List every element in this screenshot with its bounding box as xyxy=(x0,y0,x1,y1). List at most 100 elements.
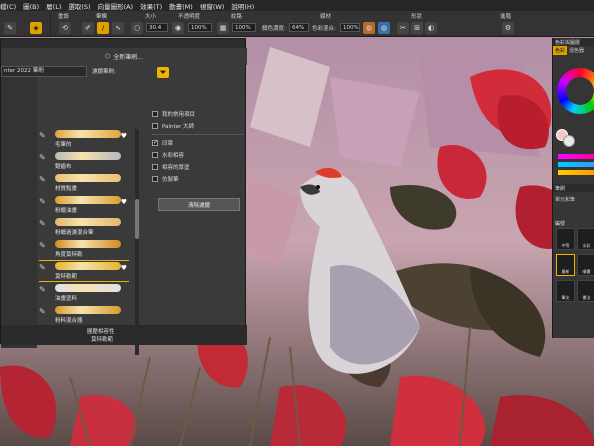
brush-list-scrollbar[interactable] xyxy=(135,129,139,355)
scrollbar-thumb[interactable] xyxy=(135,199,139,239)
filter-row[interactable]: 水彩相容 xyxy=(152,150,244,160)
menu-item-select[interactable]: 選取(S) xyxy=(68,1,90,11)
brush-tile[interactable]: 水彩 xyxy=(577,228,594,250)
brush-props-title: 筆刷 xyxy=(553,184,594,192)
tab-mixer[interactable]: 混色器 xyxy=(567,46,586,55)
brush-variant-item[interactable]: ✎ 粉料混合器 xyxy=(39,305,129,325)
menu-item-canvas[interactable]: 圖(B) xyxy=(23,1,39,11)
size-field[interactable]: 30.4 xyxy=(146,23,168,32)
splatter-icon: ✎ xyxy=(39,241,46,250)
new-brush-icon: ⬡ xyxy=(105,53,111,60)
divider xyxy=(152,134,244,135)
brush-tiles-title: 編號 xyxy=(555,221,566,227)
brush-variant-item[interactable]: ✎ 粉蠟油畫 ♥ xyxy=(39,195,129,215)
hue-slider[interactable] xyxy=(558,154,594,159)
brush-category-list[interactable] xyxy=(1,66,37,348)
filter-row[interactable]: Painter 大師 xyxy=(152,121,244,131)
brush-variant-name: 粉蠟過濾混合筆 xyxy=(55,230,94,236)
brush-tile[interactable]: 最新 xyxy=(556,254,575,276)
advanced-label: 進階 xyxy=(500,14,512,20)
saturation-slider[interactable] xyxy=(558,162,594,167)
advanced-settings-icon[interactable]: ⚙ xyxy=(502,22,514,34)
new-brush-button[interactable]: ⬡ 全新筆刷... xyxy=(1,48,247,65)
stroke-line-icon[interactable]: / xyxy=(97,22,109,34)
value-slider[interactable] xyxy=(558,170,594,175)
resat-field[interactable]: 64% xyxy=(289,23,309,32)
reset-label: 重設 xyxy=(58,14,70,20)
panel-title: 色彩與圖層 xyxy=(553,38,594,46)
clear-filters-button[interactable]: 清除濾鏡 xyxy=(158,198,240,211)
brush-stroke-preview xyxy=(55,262,121,270)
reset-icon[interactable]: ⟲ xyxy=(59,22,71,34)
grain-icon: ▦ xyxy=(217,22,229,34)
filter-checkbox[interactable] xyxy=(152,111,158,117)
shape-icon-3[interactable]: ◐ xyxy=(425,22,437,34)
panel-header xyxy=(1,39,245,48)
filter-row[interactable]: 相容的厚塗 xyxy=(152,162,244,172)
filter-checkbox[interactable] xyxy=(152,164,158,170)
filter-checkbox[interactable] xyxy=(152,152,158,158)
shape-icon-2[interactable]: ⊞ xyxy=(411,22,423,34)
bleed-field[interactable]: 100% xyxy=(340,23,360,32)
brush-variant-item[interactable]: ✎ 材質點畫 xyxy=(39,173,129,193)
brush-stroke-preview xyxy=(55,284,121,292)
brush-stroke-preview xyxy=(55,130,121,138)
filter-row[interactable]: 我的常用項目 xyxy=(152,109,244,119)
menu-item-help[interactable]: 說明(H) xyxy=(231,1,254,11)
media-paper-icon[interactable]: ◍ xyxy=(378,22,390,34)
brush-variant-item[interactable]: ✎ 毛筆的 ♥ xyxy=(39,129,129,149)
crayon-icon: ✎ xyxy=(39,197,46,206)
filter-label-text: 我的常用項目 xyxy=(162,112,196,118)
brush-tile[interactable]: 筆尖 xyxy=(556,280,575,302)
crayon-icon: ✎ xyxy=(39,219,46,228)
brush-tile[interactable]: 書法 xyxy=(577,280,594,302)
brush-selector-icon[interactable]: ✎ xyxy=(4,22,16,34)
brush-variant-item[interactable]: ✎ 鋸齒布 xyxy=(39,151,129,171)
menu-item-effects[interactable]: 效果(T) xyxy=(140,1,162,11)
menu-item-movie[interactable]: 動畫(M) xyxy=(169,1,193,11)
favorite-heart-icon[interactable]: ♥ xyxy=(121,132,127,140)
media-texture-icon[interactable]: ◍ xyxy=(363,22,375,34)
filter-checkbox[interactable] xyxy=(152,176,158,182)
brush-tile[interactable]: 噴畫 xyxy=(577,254,594,276)
menu-item-shapes[interactable]: 向量圖形(A) xyxy=(98,1,134,11)
menu-item-layers[interactable]: 層(L) xyxy=(46,1,61,11)
tab-color[interactable]: 色彩 xyxy=(553,46,568,55)
brush-variant-name: 角度莫特勒 xyxy=(55,252,83,258)
opacity-field[interactable]: 100% xyxy=(188,23,212,32)
brush-variant-name: 粉蠟油畫 xyxy=(55,208,78,214)
secondary-color-swatch[interactable] xyxy=(563,135,575,147)
color-wheel[interactable] xyxy=(557,68,594,114)
grain-field[interactable]: 100% xyxy=(232,23,256,32)
filter-row[interactable]: 仿製筆 xyxy=(152,174,244,184)
filter-label-text: 水彩相容 xyxy=(162,153,185,159)
favorite-heart-icon[interactable]: ♥ xyxy=(121,264,127,272)
brush-variant-item[interactable]: ✎ 粉蠟過濾混合筆 xyxy=(39,217,129,237)
favorite-heart-icon[interactable]: ♥ xyxy=(121,198,127,206)
brush-variant-item[interactable]: ✎ 油畫塗料 xyxy=(39,283,129,303)
brush-variant-item[interactable]: ✎ 角度莫特勒 xyxy=(39,239,129,259)
brush-variant-item[interactable]: ✎ 莫特勒範 ♥ xyxy=(39,260,129,282)
property-bar: ✎ ◈ 重設 ⟲ 筆觸 ✐ / ∿ 大小 ○ 30.4 不透明度 ◉ 100% … xyxy=(0,11,594,37)
menu-item-window[interactable]: 視窗(W) xyxy=(200,1,225,11)
brush-library-panel: ⬡ 全新筆刷... nter 2022 筆刷 濾鏡筆刷: ⏷ ✎ 毛筆的 ♥ ✎ 鋸齒布… xyxy=(0,38,247,355)
filter-icon[interactable]: ⏷ xyxy=(157,67,169,78)
new-brush-label: 全新筆刷... xyxy=(113,54,143,61)
menu-item-file[interactable]: 檔(C) xyxy=(0,1,16,11)
shape-icon-1[interactable]: ✂ xyxy=(397,22,409,34)
brush-variant-icon[interactable]: ◈ xyxy=(30,22,42,34)
brush-stroke-preview xyxy=(55,306,121,314)
size-label: 大小 xyxy=(145,14,157,20)
brush-stroke-preview xyxy=(55,196,121,204)
brush-variant-name: 粉料混合器 xyxy=(55,318,83,324)
filter-label-text: Painter 大師 xyxy=(162,124,195,130)
stroke-curve-icon[interactable]: ∿ xyxy=(112,22,124,34)
brush-tile[interactable]: 中等 xyxy=(556,228,575,250)
filter-checkbox[interactable]: ✓ xyxy=(152,140,158,146)
size-icon: ○ xyxy=(131,22,143,34)
brush-library-select[interactable]: nter 2022 筆刷 xyxy=(1,66,87,77)
stroke-label: 筆觸 xyxy=(96,14,108,20)
filter-row[interactable]: ✓ 印章 xyxy=(152,138,244,148)
stroke-freehand-icon[interactable]: ✐ xyxy=(82,22,94,34)
filter-checkbox[interactable] xyxy=(152,123,158,129)
